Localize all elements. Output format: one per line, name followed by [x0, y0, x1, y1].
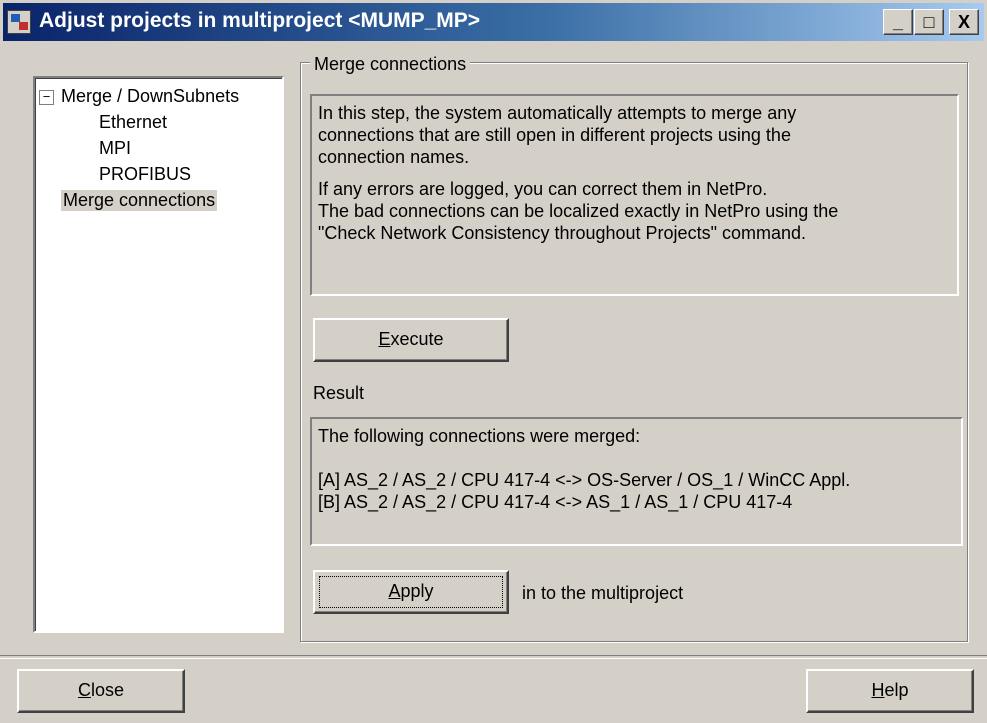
help-button[interactable]: Help [806, 669, 974, 713]
description-paragraph-2: If any errors are logged, you can correc… [318, 179, 839, 243]
description-box: In this step, the system automatically a… [310, 94, 959, 296]
focus-rectangle [319, 576, 503, 608]
result-label: Result [313, 383, 365, 403]
maximize-button[interactable]: □ [914, 9, 944, 35]
close-button[interactable]: Close [17, 669, 185, 713]
execute-button[interactable]: Execute [313, 318, 509, 362]
dialog-window: Adjust projects in multiproject <MUMP_MP… [0, 0, 987, 723]
tree-item-merge-connections[interactable]: Merge connections [61, 190, 218, 211]
group-title: Merge connections [310, 54, 471, 75]
result-box: The following connections were merged: [… [310, 417, 963, 546]
app-icon [7, 10, 31, 34]
result-header: The following connections were merged: [318, 426, 641, 446]
tree-item-merge-downsubnets[interactable]: Merge / DownSubnets [61, 86, 239, 107]
apply-button[interactable]: Apply [313, 570, 509, 614]
apply-suffix-label: in to the multiproject [522, 583, 684, 603]
result-line-a: [A] AS_2 / AS_2 / CPU 417-4 <-> OS-Serve… [318, 470, 851, 490]
collapse-icon[interactable]: − [39, 90, 54, 105]
tree-item-ethernet[interactable]: Ethernet [99, 112, 167, 133]
result-line-b: [B] AS_2 / AS_2 / CPU 417-4 <-> AS_1 / A… [318, 492, 793, 512]
close-window-button[interactable]: X [949, 9, 979, 35]
tree-item-mpi[interactable]: MPI [99, 138, 131, 159]
footer-separator [0, 655, 987, 659]
tree-item-profibus[interactable]: PROFIBUS [99, 164, 191, 185]
minimize-button[interactable]: _ [883, 9, 913, 35]
title-bar[interactable]: Adjust projects in multiproject <MUMP_MP… [3, 3, 984, 41]
window-title: Adjust projects in multiproject <MUMP_MP… [39, 9, 481, 32]
description-paragraph-1: In this step, the system automatically a… [318, 103, 797, 167]
navigation-tree[interactable]: − Merge / DownSubnets Ethernet MPI PROFI… [33, 76, 284, 633]
